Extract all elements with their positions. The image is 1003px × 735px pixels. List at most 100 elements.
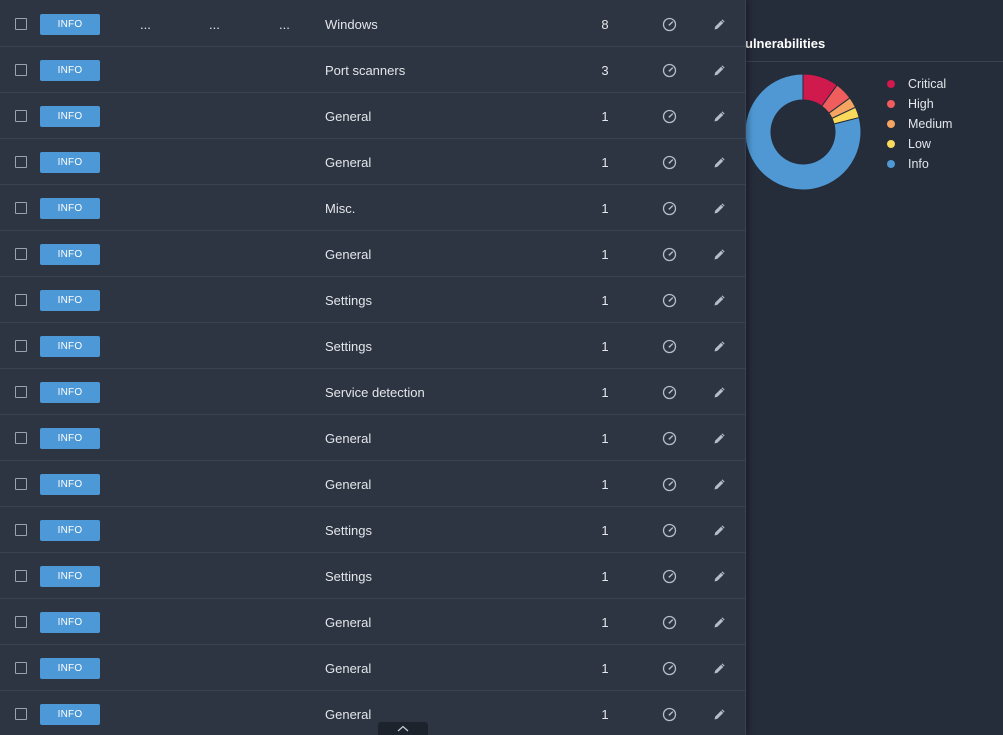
gauge-icon[interactable]	[662, 661, 677, 676]
severity-badge: INFO	[40, 152, 100, 173]
row-checkbox[interactable]	[15, 340, 27, 352]
count-cell: 1	[601, 706, 609, 722]
gauge-icon[interactable]	[662, 109, 677, 124]
pencil-icon[interactable]	[712, 63, 727, 78]
vulnerabilities-table: INFO......... Windows 8 INFO Port scanners 3 I…	[0, 0, 746, 735]
row-checkbox[interactable]	[15, 708, 27, 720]
table-row[interactable]: INFO......... Windows 8	[0, 1, 745, 47]
legend-item-medium[interactable]: Medium	[887, 114, 952, 134]
table-row[interactable]: INFO Settings 1	[0, 277, 745, 323]
name-cell: ...	[279, 16, 290, 32]
pencil-icon[interactable]	[712, 431, 727, 446]
gauge-icon[interactable]	[662, 477, 677, 492]
row-checkbox[interactable]	[15, 156, 27, 168]
pencil-icon[interactable]	[712, 339, 727, 354]
family-cell: General	[325, 246, 372, 262]
table-row[interactable]: INFO General 1	[0, 691, 745, 735]
vpr-cell: ...	[209, 16, 220, 32]
severity-badge: INFO	[40, 336, 100, 357]
row-checkbox[interactable]	[15, 570, 27, 582]
collapse-drawer-button[interactable]	[378, 722, 428, 735]
row-checkbox[interactable]	[15, 386, 27, 398]
row-checkbox[interactable]	[15, 294, 27, 306]
table-row[interactable]: INFO General 1	[0, 645, 745, 691]
gauge-icon[interactable]	[662, 339, 677, 354]
pencil-icon[interactable]	[712, 247, 727, 262]
family-cell: Windows	[325, 16, 378, 32]
gauge-icon[interactable]	[662, 523, 677, 538]
pencil-icon[interactable]	[712, 523, 727, 538]
legend-swatch	[887, 100, 895, 108]
row-checkbox[interactable]	[15, 478, 27, 490]
table-row[interactable]: INFO Settings 1	[0, 323, 745, 369]
pencil-icon[interactable]	[712, 17, 727, 32]
table-row[interactable]: INFO General 1	[0, 139, 745, 185]
family-cell: General	[325, 706, 372, 722]
row-checkbox[interactable]	[15, 110, 27, 122]
pencil-icon[interactable]	[712, 569, 727, 584]
pencil-icon[interactable]	[712, 385, 727, 400]
gauge-icon[interactable]	[662, 431, 677, 446]
table-row[interactable]: INFO Misc. 1	[0, 185, 745, 231]
severity-badge: INFO	[40, 14, 100, 35]
family-cell: Settings	[325, 338, 372, 354]
table-row[interactable]: INFO General 1	[0, 461, 745, 507]
table-row[interactable]: INFO General 1	[0, 599, 745, 645]
row-checkbox[interactable]	[15, 18, 27, 30]
pencil-icon[interactable]	[712, 477, 727, 492]
legend-item-high[interactable]: High	[887, 94, 952, 114]
pencil-icon[interactable]	[712, 661, 727, 676]
table-row[interactable]: INFO General 1	[0, 415, 745, 461]
gauge-icon[interactable]	[662, 155, 677, 170]
gauge-icon[interactable]	[662, 707, 677, 722]
count-cell: 8	[601, 16, 609, 32]
pencil-icon[interactable]	[712, 707, 727, 722]
gauge-icon[interactable]	[662, 615, 677, 630]
row-checkbox[interactable]	[15, 616, 27, 628]
count-cell: 1	[601, 200, 609, 216]
row-checkbox[interactable]	[15, 202, 27, 214]
family-cell: General	[325, 660, 372, 676]
severity-badge: INFO	[40, 60, 100, 81]
gauge-icon[interactable]	[662, 201, 677, 216]
table-row[interactable]: INFO General 1	[0, 231, 745, 277]
row-checkbox[interactable]	[15, 64, 27, 76]
legend-swatch	[887, 80, 895, 88]
pencil-icon[interactable]	[712, 615, 727, 630]
legend-item-critical[interactable]: Critical	[887, 74, 952, 94]
pencil-icon[interactable]	[712, 201, 727, 216]
gauge-icon[interactable]	[662, 385, 677, 400]
legend-item-info[interactable]: Info	[887, 154, 952, 174]
family-cell: Settings	[325, 522, 372, 538]
severity-badge: INFO	[40, 382, 100, 403]
table-row[interactable]: INFO Port scanners 3	[0, 47, 745, 93]
cvss-cell: ...	[140, 16, 151, 32]
gauge-icon[interactable]	[662, 293, 677, 308]
table-row[interactable]: INFO Service detection 1	[0, 369, 745, 415]
pencil-icon[interactable]	[712, 109, 727, 124]
gauge-icon[interactable]	[662, 63, 677, 78]
count-cell: 1	[601, 430, 609, 446]
pencil-icon[interactable]	[712, 293, 727, 308]
pencil-icon[interactable]	[712, 155, 727, 170]
table-row[interactable]: INFO General 1	[0, 93, 745, 139]
count-cell: 1	[601, 522, 609, 538]
table-row[interactable]: INFO Settings 1	[0, 507, 745, 553]
row-checkbox[interactable]	[15, 524, 27, 536]
severity-badge: INFO	[40, 612, 100, 633]
count-cell: 1	[601, 292, 609, 308]
legend-label: Medium	[908, 117, 953, 131]
severity-badge: INFO	[40, 198, 100, 219]
row-checkbox[interactable]	[15, 432, 27, 444]
count-cell: 1	[601, 568, 609, 584]
gauge-icon[interactable]	[662, 569, 677, 584]
legend-item-low[interactable]: Low	[887, 134, 952, 154]
row-checkbox[interactable]	[15, 662, 27, 674]
table-row[interactable]: INFO Settings 1	[0, 553, 745, 599]
legend-label: Info	[908, 157, 929, 171]
vulnerabilities-title: ulnerabilities	[745, 36, 826, 51]
gauge-icon[interactable]	[662, 17, 677, 32]
row-checkbox[interactable]	[15, 248, 27, 260]
severity-badge: INFO	[40, 704, 100, 725]
gauge-icon[interactable]	[662, 247, 677, 262]
